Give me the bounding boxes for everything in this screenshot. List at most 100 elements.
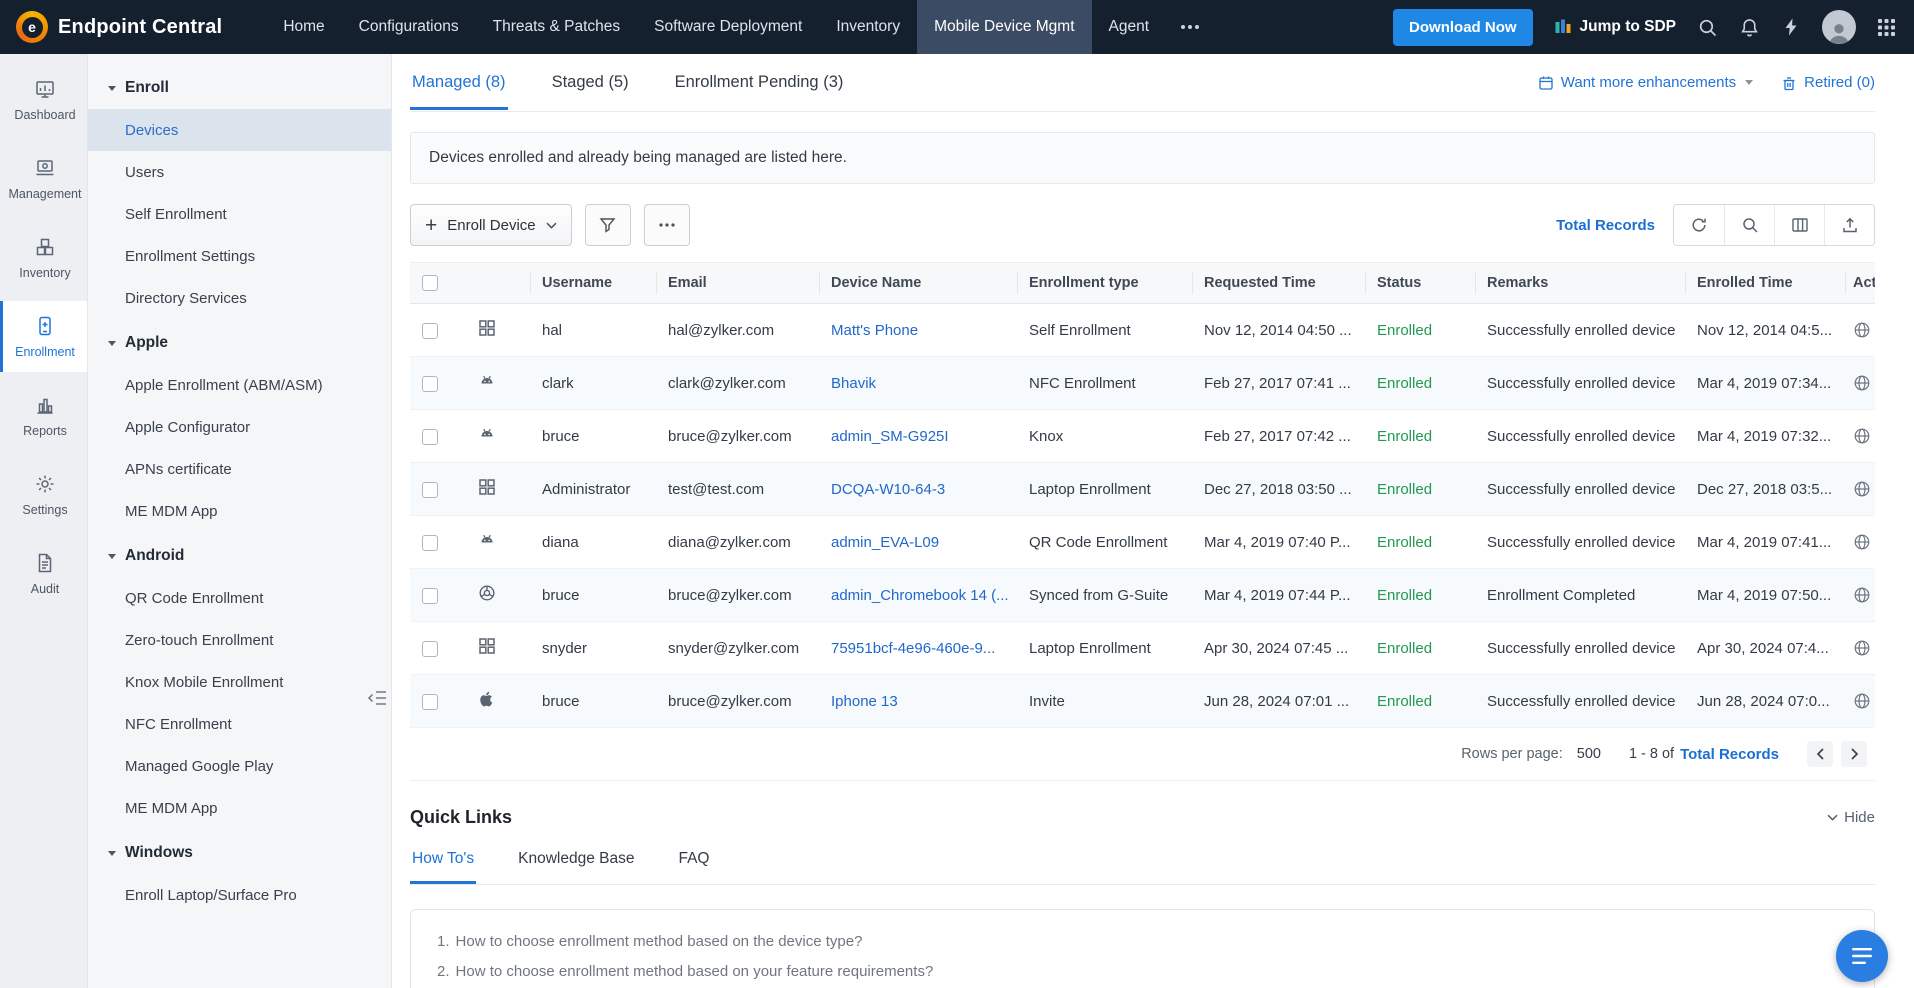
row-action-icon[interactable] <box>1853 427 1875 445</box>
sidebar-section-android[interactable]: Android <box>88 532 391 577</box>
table-row[interactable]: snyder snyder@zylker.com 75951bcf-4e96-4… <box>410 622 1875 675</box>
sidebar-item-enroll-laptop-surface-pro[interactable]: Enroll Laptop/Surface Pro <box>88 874 391 916</box>
nav-item-inventory[interactable]: Inventory <box>819 0 917 54</box>
device-name-link[interactable]: admin_SM-G925I <box>831 428 949 445</box>
device-name-link[interactable]: admin_Chromebook 14 (... <box>831 587 1009 604</box>
col-header-action[interactable]: Action <box>1845 263 1875 304</box>
row-action-icon[interactable] <box>1853 533 1875 551</box>
table-row[interactable]: hal hal@zylker.com Matt's Phone Self Enr… <box>410 304 1875 357</box>
tab-enrollment-pending[interactable]: Enrollment Pending (3) <box>673 55 846 110</box>
tab-staged[interactable]: Staged (5) <box>550 55 631 110</box>
sidebar-item-devices[interactable]: Devices <box>88 109 391 151</box>
rail-item-dashboard[interactable]: Dashboard <box>0 64 87 135</box>
row-checkbox[interactable] <box>422 641 438 657</box>
nav-more-button[interactable] <box>1166 0 1214 54</box>
table-row[interactable]: clark clark@zylker.com Bhavik NFC Enroll… <box>410 357 1875 410</box>
filter-button[interactable] <box>585 204 631 246</box>
rail-item-enrollment[interactable]: Enrollment <box>0 301 87 372</box>
sidebar-item-managed-google-play[interactable]: Managed Google Play <box>88 745 391 787</box>
want-more-enhancements-link[interactable]: Want more enhancements <box>1538 74 1753 91</box>
row-checkbox[interactable] <box>422 482 438 498</box>
table-row[interactable]: bruce bruce@zylker.com Iphone 13 Invite … <box>410 675 1875 728</box>
col-header-status[interactable]: Status <box>1365 263 1475 304</box>
device-name-link[interactable]: Matt's Phone <box>831 322 918 339</box>
sidebar-item-directory-services[interactable]: Directory Services <box>88 277 391 319</box>
rows-per-page-select[interactable]: 500 <box>1577 746 1601 762</box>
row-checkbox[interactable] <box>422 535 438 551</box>
quick-link-item[interactable]: 1.How to choose enrollment method based … <box>437 926 1848 956</box>
device-name-link[interactable]: 75951bcf-4e96-460e-9... <box>831 640 995 657</box>
column-chooser-icon[interactable] <box>1774 205 1824 245</box>
device-name-link[interactable]: DCQA-W10-64-3 <box>831 481 945 498</box>
row-action-icon[interactable] <box>1853 480 1875 498</box>
col-header-username[interactable]: Username <box>530 263 656 304</box>
table-row[interactable]: bruce bruce@zylker.com admin_SM-G925I Kn… <box>410 410 1875 463</box>
tab-faq[interactable]: FAQ <box>676 840 711 884</box>
hide-quick-links-button[interactable]: Hide <box>1827 809 1875 826</box>
total-records-link[interactable]: Total Records <box>1556 217 1655 234</box>
search-icon[interactable] <box>1697 17 1718 38</box>
sidebar-item-me-mdm-app-android[interactable]: ME MDM App <box>88 787 391 829</box>
table-row[interactable]: diana diana@zylker.com admin_EVA-L09 QR … <box>410 516 1875 569</box>
tab-how-tos[interactable]: How To's <box>410 840 476 884</box>
sidebar-item-apple-configurator[interactable]: Apple Configurator <box>88 406 391 448</box>
more-actions-button[interactable] <box>644 204 690 246</box>
row-checkbox[interactable] <box>422 429 438 445</box>
col-header-remarks[interactable]: Remarks <box>1475 263 1685 304</box>
export-icon[interactable] <box>1824 205 1874 245</box>
refresh-icon[interactable] <box>1674 205 1724 245</box>
enroll-device-button[interactable]: + Enroll Device <box>410 204 572 246</box>
sidebar-item-zero-touch-enrollment[interactable]: Zero-touch Enrollment <box>88 619 391 661</box>
brand[interactable]: e Endpoint Central <box>0 11 236 43</box>
nav-item-agent[interactable]: Agent <box>1092 0 1167 54</box>
row-checkbox[interactable] <box>422 376 438 392</box>
row-checkbox[interactable] <box>422 588 438 604</box>
nav-item-configurations[interactable]: Configurations <box>342 0 476 54</box>
rail-item-inventory[interactable]: Inventory <box>0 222 87 293</box>
rail-item-audit[interactable]: Audit <box>0 538 87 609</box>
search-icon[interactable] <box>1724 205 1774 245</box>
sidebar-item-apns-certificate[interactable]: APNs certificate <box>88 448 391 490</box>
jump-to-sdp-button[interactable]: Jump to SDP <box>1554 18 1676 36</box>
retired-link[interactable]: Retired (0) <box>1781 74 1875 91</box>
row-action-icon[interactable] <box>1853 321 1875 339</box>
quick-link-item[interactable]: 2.How to choose enrollment method based … <box>437 956 1848 986</box>
sidebar-item-enrollment-settings[interactable]: Enrollment Settings <box>88 235 391 277</box>
sidebar-item-qr-code-enrollment[interactable]: QR Code Enrollment <box>88 577 391 619</box>
tab-managed[interactable]: Managed (8) <box>410 55 508 110</box>
sidebar-item-apple-enrollment[interactable]: Apple Enrollment (ABM/ASM) <box>88 364 391 406</box>
row-checkbox[interactable] <box>422 694 438 710</box>
device-name-link[interactable]: Iphone 13 <box>831 693 898 710</box>
sidebar-item-nfc-enrollment[interactable]: NFC Enrollment <box>88 703 391 745</box>
nav-item-home[interactable]: Home <box>266 0 341 54</box>
download-now-button[interactable]: Download Now <box>1393 9 1533 46</box>
rail-item-settings[interactable]: Settings <box>0 459 87 530</box>
row-checkbox[interactable] <box>422 323 438 339</box>
avatar[interactable] <box>1822 10 1856 44</box>
nav-item-software-deployment[interactable]: Software Deployment <box>637 0 819 54</box>
quick-actions-icon[interactable] <box>1781 17 1801 37</box>
apps-grid-icon[interactable] <box>1877 18 1896 37</box>
feedback-fab-button[interactable] <box>1836 930 1888 982</box>
nav-item-mobile-device-mgmt[interactable]: Mobile Device Mgmt <box>917 0 1091 54</box>
col-header-enrolled-time[interactable]: Enrolled Time <box>1685 263 1845 304</box>
sidebar-item-users[interactable]: Users <box>88 151 391 193</box>
sidebar-item-knox-mobile-enrollment[interactable]: Knox Mobile Enrollment <box>88 661 391 703</box>
col-header-email[interactable]: Email <box>656 263 819 304</box>
prev-page-button[interactable] <box>1807 741 1833 767</box>
sidebar-section-enroll[interactable]: Enroll <box>88 64 391 109</box>
collapse-sidebar-icon[interactable] <box>367 690 387 706</box>
row-action-icon[interactable] <box>1853 374 1875 392</box>
col-header-device-name[interactable]: Device Name <box>819 263 1017 304</box>
col-header-enrollment-type[interactable]: Enrollment type <box>1017 263 1192 304</box>
row-action-icon[interactable] <box>1853 639 1875 657</box>
nav-item-threats-patches[interactable]: Threats & Patches <box>476 0 638 54</box>
select-all-checkbox[interactable] <box>422 275 438 291</box>
tab-knowledge-base[interactable]: Knowledge Base <box>516 840 636 884</box>
device-name-link[interactable]: Bhavik <box>831 375 876 392</box>
device-name-link[interactable]: admin_EVA-L09 <box>831 534 939 551</box>
next-page-button[interactable] <box>1841 741 1867 767</box>
row-action-icon[interactable] <box>1853 692 1875 710</box>
sidebar-section-windows[interactable]: Windows <box>88 829 391 874</box>
rail-item-management[interactable]: Management <box>0 143 87 214</box>
